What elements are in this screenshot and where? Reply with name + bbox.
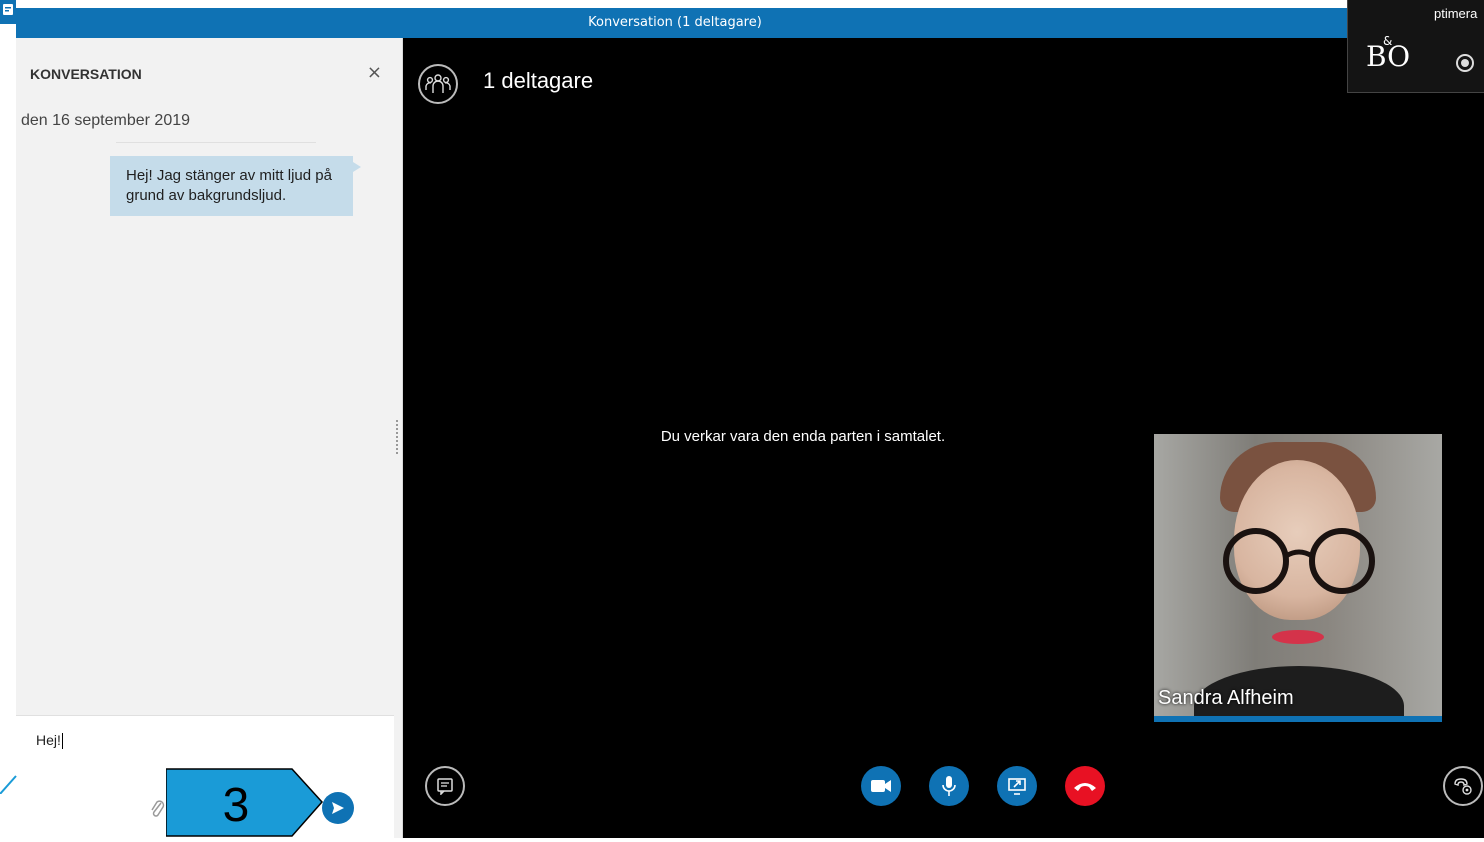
mute-button[interactable] bbox=[929, 766, 969, 806]
call-stage: 1 deltagare Du verkar vara den enda part… bbox=[403, 38, 1484, 838]
call-devices-button[interactable] bbox=[1443, 766, 1483, 806]
chat-toggle-button[interactable] bbox=[425, 766, 465, 806]
app-overlay: ptimera BO & bbox=[1347, 0, 1484, 93]
video-participant-name: Sandra Alfheim bbox=[1158, 687, 1294, 709]
chat-icon bbox=[437, 778, 453, 795]
close-conversation-button[interactable]: × bbox=[367, 62, 382, 83]
alone-in-call-message: Du verkar vara den enda parten i samtale… bbox=[660, 428, 946, 445]
send-button[interactable] bbox=[322, 792, 354, 824]
microphone-icon bbox=[942, 776, 956, 796]
message-input-text: Hej! bbox=[36, 732, 61, 748]
window-title: Konversation (1 deltagare) bbox=[588, 15, 762, 30]
message-input[interactable]: Hej! bbox=[36, 732, 63, 750]
hang-up-button[interactable] bbox=[1065, 766, 1105, 806]
share-screen-icon bbox=[1008, 778, 1026, 795]
hang-up-icon bbox=[1074, 783, 1096, 791]
call-devices-icon bbox=[1454, 778, 1472, 795]
left-strip bbox=[0, 0, 16, 838]
video-button[interactable] bbox=[861, 766, 901, 806]
video-active-bar bbox=[1154, 716, 1442, 722]
record-icon[interactable] bbox=[1456, 54, 1474, 72]
video-lips bbox=[1272, 630, 1324, 644]
participants-button[interactable] bbox=[418, 64, 458, 104]
participants-icon bbox=[425, 74, 451, 93]
message-bubble: Hej! Jag stänger av mitt ljud på grund a… bbox=[110, 156, 361, 216]
date-divider bbox=[116, 142, 316, 143]
text-caret bbox=[61, 733, 63, 750]
message-date: den 16 september 2019 bbox=[21, 112, 191, 129]
panel-resize-handle[interactable] bbox=[396, 420, 400, 454]
share-screen-button[interactable] bbox=[997, 766, 1037, 806]
callout-arrow-left bbox=[0, 754, 20, 798]
record-dot bbox=[1461, 59, 1469, 67]
conversation-header: KONVERSATION bbox=[30, 66, 142, 82]
paperclip-icon[interactable] bbox=[150, 798, 166, 825]
video-glasses bbox=[1223, 528, 1375, 594]
send-icon bbox=[332, 802, 344, 814]
overlay-text: ptimera bbox=[1434, 6, 1478, 21]
conversation-panel: KONVERSATION × den 16 september 2019 Hej… bbox=[16, 38, 403, 838]
brand-logo-amp: & bbox=[1383, 34, 1393, 48]
step-callout bbox=[165, 767, 326, 842]
video-camera-icon bbox=[871, 780, 891, 792]
self-video-tile[interactable]: Sandra Alfheim bbox=[1154, 434, 1442, 722]
participants-count: 1 deltagare bbox=[483, 68, 594, 93]
